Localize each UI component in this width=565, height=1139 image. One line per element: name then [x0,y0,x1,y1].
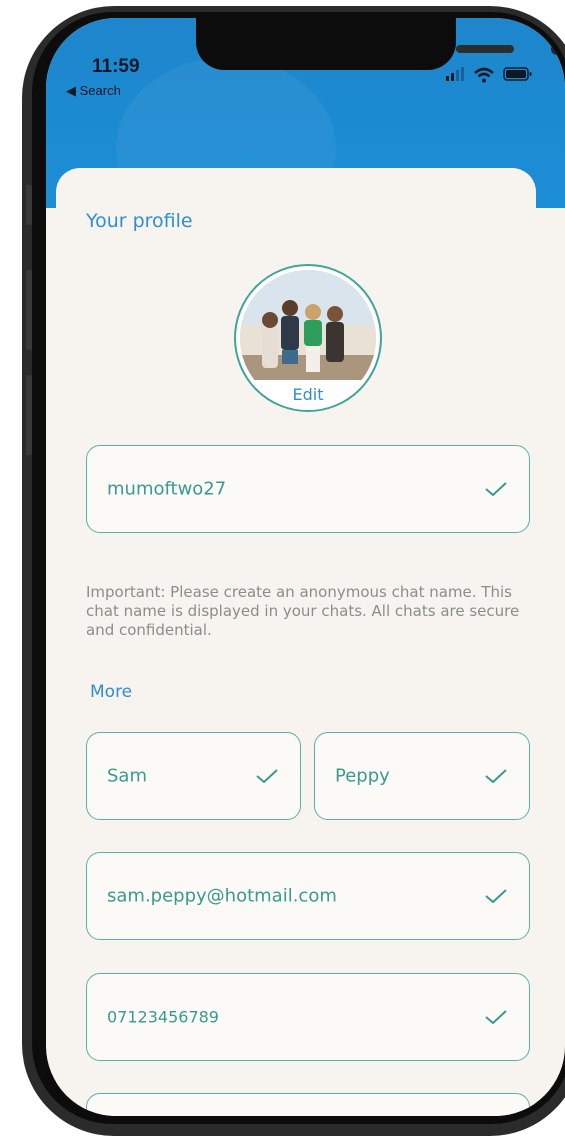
next-field-partial[interactable] [86,1093,530,1116]
more-link[interactable]: More [90,682,132,702]
notch [196,18,563,70]
first-name-value: Sam [107,765,147,787]
last-name-field[interactable]: Peppy [314,732,530,820]
status-time: 11:59 [92,56,140,77]
phone-field[interactable]: 07123456789 [86,973,530,1061]
back-to-search-link[interactable]: ◀ Search [66,83,121,99]
chat-name-field[interactable]: mumoftwo27 [86,445,530,533]
chat-name-note: Important: Please create an anonymous ch… [86,583,520,639]
avatar-edit-button[interactable]: Edit [236,385,380,404]
speaker [456,45,514,53]
front-camera [551,43,563,55]
email-value: sam.peppy@hotmail.com [107,885,337,907]
profile-avatar[interactable]: Edit [234,264,382,412]
status-icons [446,67,532,83]
wifi-icon [474,67,494,83]
check-icon [485,769,507,783]
check-icon [256,769,278,783]
page-title: Your profile [86,210,193,232]
check-icon [485,889,507,903]
phone-value: 07123456789 [107,1007,219,1027]
first-name-field[interactable]: Sam [86,732,301,820]
email-field[interactable]: sam.peppy@hotmail.com [86,852,530,940]
signal-icon [446,67,464,81]
battery-icon [503,67,532,81]
check-icon [485,482,507,496]
last-name-value: Peppy [335,765,390,787]
chat-name-value: mumoftwo27 [107,478,227,500]
app-screen: 11:59 ◀ Search Your profile Edit mumoftw… [46,18,565,1116]
check-icon [485,1010,507,1024]
